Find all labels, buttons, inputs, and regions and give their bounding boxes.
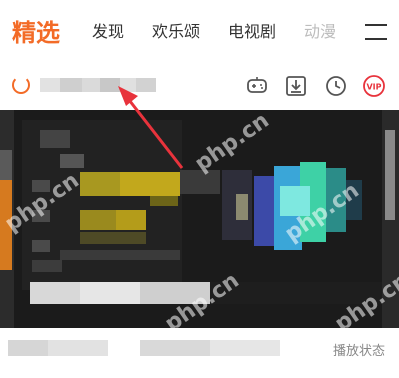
- history-clock-icon[interactable]: [324, 74, 348, 98]
- search-input[interactable]: [40, 74, 190, 96]
- tab-ode-to-joy[interactable]: 欢乐颂: [152, 18, 200, 46]
- tab-tv-series[interactable]: 电视剧: [228, 18, 276, 46]
- top-tab-bar: 精选 发现 欢乐颂 电视剧 动漫: [0, 0, 399, 64]
- caption-right-text: 播放状态: [332, 344, 385, 359]
- watermark-text: php.cn: [190, 110, 274, 177]
- tab-discover[interactable]: 发现: [92, 18, 124, 46]
- tab-anime[interactable]: 动漫: [304, 18, 336, 46]
- vip-label: VIP: [366, 83, 381, 92]
- vip-icon[interactable]: VIP: [362, 74, 386, 98]
- search-spinner-icon[interactable]: [12, 76, 30, 94]
- hero-banner[interactable]: php.cn php.cn php.cn php.cn php.cn: [0, 110, 399, 328]
- game-controller-icon[interactable]: [245, 74, 269, 98]
- search-row: VIP: [0, 66, 399, 106]
- tab-featured[interactable]: 精选: [12, 15, 60, 51]
- hamburger-menu-icon[interactable]: [365, 22, 387, 42]
- banner-caption-row: 播放状态: [0, 332, 399, 378]
- download-icon[interactable]: [284, 74, 308, 98]
